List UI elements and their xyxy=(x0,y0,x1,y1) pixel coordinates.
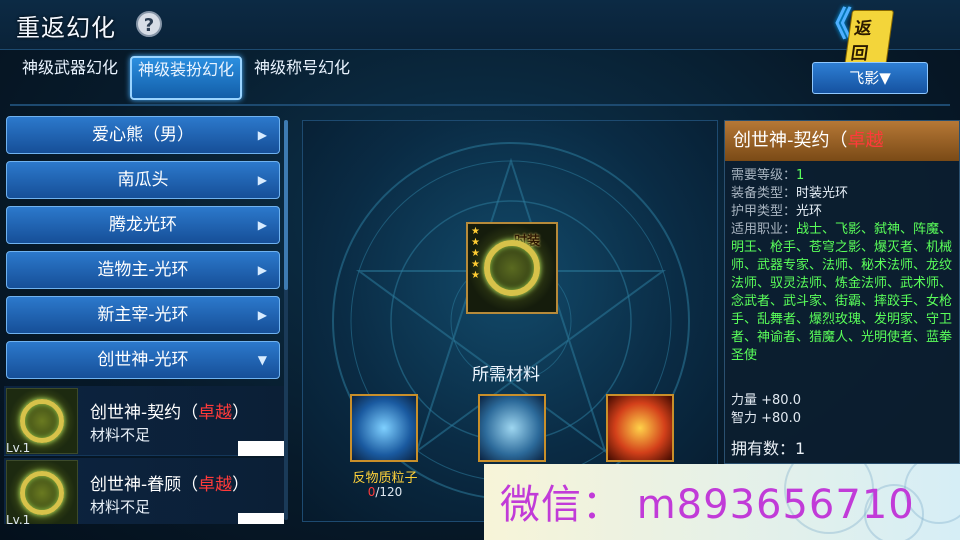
preview-item-slot[interactable]: ★★★★★ 时装 xyxy=(466,222,558,314)
tab-label: 神级装扮幻化 xyxy=(137,60,234,79)
category-button[interactable]: 爱心熊（男） ▶ xyxy=(6,116,280,154)
list-item[interactable]: Lv.1 创世神-契约（卓越） 材料不足 xyxy=(4,386,284,456)
watermark-text: 微信： m893656710 xyxy=(500,482,915,528)
category-label: 造物主-光环 xyxy=(97,260,189,280)
watermark-overlay: 微信： m893656710 xyxy=(484,464,960,540)
tab-weapon-transmog[interactable]: 神级武器幻化 xyxy=(14,56,126,100)
job-filter-dropdown[interactable]: 飞影▼ xyxy=(812,62,928,94)
required-materials-label: 所需材料 xyxy=(472,365,540,385)
header-bar: 重返幻化 ? 《 返回 xyxy=(0,0,960,68)
item-status: 材料不足 xyxy=(90,498,151,516)
category-button[interactable]: 南瓜头 ▶ xyxy=(6,161,280,199)
category-label: 创世神-光环 xyxy=(97,350,189,370)
divider xyxy=(10,104,950,106)
help-icon[interactable]: ? xyxy=(136,11,162,37)
stat-intelligence: 智力 +80.0 xyxy=(731,411,801,426)
item-name: 创世神-眷顾（卓越） xyxy=(90,475,250,495)
quality-label: 卓越 xyxy=(198,403,233,423)
material-name: 反物质粒子 xyxy=(352,471,418,486)
category-label: 爱心熊（男） xyxy=(92,125,194,145)
redaction-block xyxy=(238,441,284,456)
material-slot-crystal[interactable] xyxy=(606,394,674,462)
item-level: Lv.1 xyxy=(6,513,31,524)
category-button-expanded[interactable]: 创世神-光环 ▼ xyxy=(6,341,280,379)
arrow-right-icon: ▶ xyxy=(257,173,267,187)
list-scroll-thumb[interactable] xyxy=(284,120,288,290)
tab-title-transmog[interactable]: 神级称号幻化 xyxy=(246,56,358,100)
quality-label: 卓越 xyxy=(198,475,233,495)
detail-rows: 需要等级：1 装备类型：时装光环 护甲类型：光环 适用职业：战士、飞影、弑神、阵… xyxy=(731,168,953,363)
page-title: 重返幻化 xyxy=(16,14,116,42)
list-item[interactable]: Lv.1 创世神-眷顾（卓越） 材料不足 xyxy=(4,458,284,524)
item-detail-panel: 创世神-契约（卓越 需要等级：1 装备类型：时装光环 护甲类型：光环 适用职业：… xyxy=(724,120,960,464)
job-list: 战士、飞影、弑神、阵魔、明王、枪手、苍穹之影、爆灭者、机械师、武器专家、法师、秘… xyxy=(731,222,953,363)
costume-list: 爱心熊（男） ▶ 南瓜头 ▶ 腾龙光环 ▶ 造物主-光环 ▶ 新主宰-光环 ▶ … xyxy=(4,116,290,524)
stat-strength: 力量 +80.0 xyxy=(731,393,801,408)
arrow-right-icon: ▶ xyxy=(257,263,267,277)
category-button[interactable]: 新主宰-光环 ▶ xyxy=(6,296,280,334)
game-screen: 重返幻化 ? 《 返回 神级武器幻化 神级装扮幻化 神级称号幻化 飞影▼ 爱心熊… xyxy=(0,0,960,540)
category-label: 腾龙光环 xyxy=(109,215,177,235)
quality-label: 卓越 xyxy=(847,130,884,151)
material-slot-canister[interactable] xyxy=(478,394,546,462)
category-button[interactable]: 造物主-光环 ▶ xyxy=(6,251,280,289)
item-status: 材料不足 xyxy=(90,426,151,444)
item-level: Lv.1 xyxy=(6,441,31,455)
detail-title: 创世神-契约（卓越 xyxy=(725,121,959,161)
item-name: 创世神-契约（卓越） xyxy=(90,403,250,423)
material-count: 0/120 xyxy=(367,485,403,499)
category-label: 南瓜头 xyxy=(117,170,169,190)
tab-label: 神级武器幻化 xyxy=(21,58,118,77)
double-chevron-left-icon: 《 xyxy=(818,5,852,45)
arrow-right-icon: ▶ xyxy=(257,308,267,322)
material-slot-antimatter[interactable] xyxy=(350,394,418,462)
back-button[interactable]: 《 返回 xyxy=(818,5,895,68)
category-label: 新主宰-光环 xyxy=(97,305,189,325)
arrow-right-icon: ▶ xyxy=(257,218,267,232)
halo-icon xyxy=(484,240,540,296)
arrow-down-icon: ▼ xyxy=(257,353,267,367)
tab-label: 神级称号幻化 xyxy=(253,58,350,77)
owned-count: 拥有数：1 xyxy=(731,439,806,458)
arrow-right-icon: ▶ xyxy=(257,128,267,142)
back-button-label: 返回 xyxy=(843,10,895,68)
star-rating-icon: ★★★★★ xyxy=(470,226,481,281)
category-button[interactable]: 腾龙光环 ▶ xyxy=(6,206,280,244)
tab-costume-transmog[interactable]: 神级装扮幻化 xyxy=(130,56,242,100)
redaction-block xyxy=(238,513,284,524)
